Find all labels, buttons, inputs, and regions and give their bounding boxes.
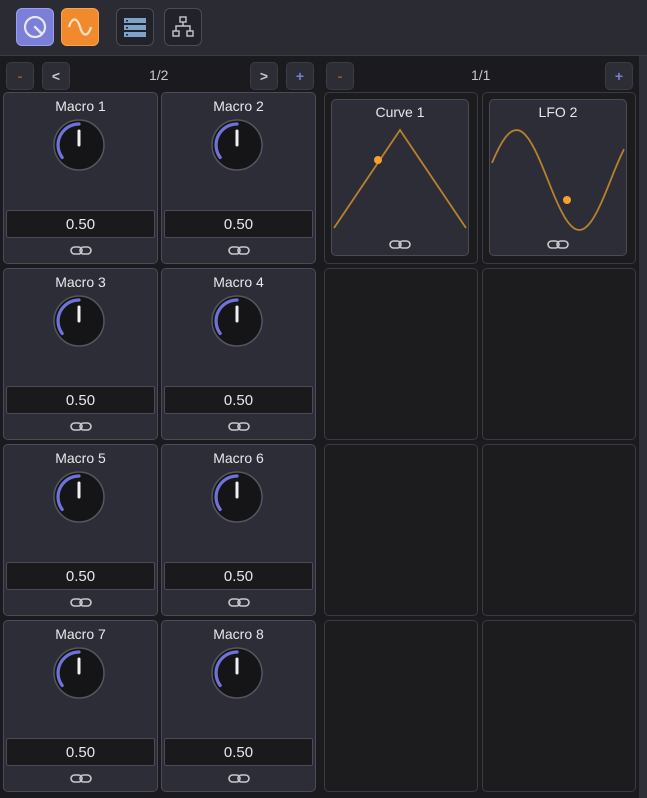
macro-value-field[interactable]: 0.50 [6, 386, 155, 414]
modulator-slot [324, 268, 478, 440]
list-view-button[interactable] [116, 8, 154, 46]
macro-knob[interactable] [51, 469, 107, 525]
macro-value-field[interactable]: 0.50 [164, 738, 313, 766]
macro-title: Macro 8 [213, 626, 264, 642]
curve-phase-dot [374, 156, 382, 164]
macro-value-field[interactable]: 0.50 [164, 562, 313, 590]
add-modulator-button[interactable]: + [605, 62, 633, 90]
modulator-page-indicator: 1/1 [471, 67, 491, 83]
add-macro-button[interactable]: + [286, 62, 314, 90]
link-icon[interactable] [162, 243, 315, 261]
macro-value-field[interactable]: 0.50 [6, 738, 155, 766]
macro-title: Macro 2 [213, 98, 264, 114]
modulator-curve[interactable] [332, 118, 468, 236]
macro-knob[interactable] [209, 293, 265, 349]
modulator-slot [324, 444, 478, 616]
macro-title: Macro 7 [55, 626, 106, 642]
modulator-curve[interactable] [490, 118, 626, 236]
link-icon[interactable] [162, 419, 315, 437]
macro-card[interactable]: Macro 4 0.50 [161, 268, 316, 440]
link-icon[interactable] [490, 237, 626, 255]
curve-line [333, 128, 467, 229]
toolbar [0, 0, 647, 56]
lfo-view-button[interactable] [61, 8, 99, 46]
link-icon[interactable] [4, 595, 157, 613]
knob-icon [23, 15, 47, 39]
remove-modulator-button[interactable]: - [326, 62, 354, 90]
macro-title: Macro 1 [55, 98, 106, 114]
link-icon[interactable] [4, 771, 157, 789]
macro-card[interactable]: Macro 3 0.50 [3, 268, 158, 440]
modulator-slot [324, 620, 478, 792]
macro-knob[interactable] [51, 645, 107, 701]
remove-macro-button[interactable]: - [6, 62, 34, 90]
modulator-card[interactable]: LFO 2 [489, 99, 627, 256]
macro-title: Macro 4 [213, 274, 264, 290]
macro-card[interactable]: Macro 5 0.50 [3, 444, 158, 616]
modulator-nav: - 1/1 + [322, 61, 639, 91]
wave-icon [67, 18, 93, 36]
modulator-slot [482, 268, 636, 440]
macro-knob[interactable] [209, 117, 265, 173]
link-icon[interactable] [162, 771, 315, 789]
next-page-button[interactable]: > [250, 62, 278, 90]
macro-value-field[interactable]: 0.50 [164, 386, 313, 414]
macro-view-button[interactable] [16, 8, 54, 46]
macro-knob[interactable] [209, 469, 265, 525]
list-icon [124, 18, 146, 37]
link-icon[interactable] [332, 237, 468, 255]
macro-title: Macro 5 [55, 450, 106, 466]
macro-card[interactable]: Macro 1 0.50 [3, 92, 158, 264]
link-icon[interactable] [4, 243, 157, 261]
link-icon[interactable] [4, 419, 157, 437]
prev-page-button[interactable]: < [42, 62, 70, 90]
curve-phase-dot [563, 196, 571, 204]
macro-knob[interactable] [209, 645, 265, 701]
macro-knob[interactable] [51, 117, 107, 173]
macro-title: Macro 6 [213, 450, 264, 466]
modulator-slot [482, 444, 636, 616]
link-icon[interactable] [162, 595, 315, 613]
macro-page-indicator: 1/2 [149, 67, 169, 83]
modulator-slot [482, 620, 636, 792]
macro-card[interactable]: Macro 2 0.50 [161, 92, 316, 264]
macro-value-field[interactable]: 0.50 [6, 562, 155, 590]
tree-icon [172, 16, 194, 37]
macro-card[interactable]: Macro 8 0.50 [161, 620, 316, 792]
macro-value-field[interactable]: 0.50 [6, 210, 155, 238]
modulator-card[interactable]: Curve 1 [331, 99, 469, 256]
macro-card[interactable]: Macro 6 0.50 [161, 444, 316, 616]
macro-nav: - < 1/2 > + [0, 61, 320, 91]
curve-line [491, 129, 625, 231]
tree-view-button[interactable] [164, 8, 202, 46]
macro-title: Macro 3 [55, 274, 106, 290]
macro-value-field[interactable]: 0.50 [164, 210, 313, 238]
scrollbar[interactable] [639, 56, 647, 798]
macro-knob[interactable] [51, 293, 107, 349]
macro-card[interactable]: Macro 7 0.50 [3, 620, 158, 792]
